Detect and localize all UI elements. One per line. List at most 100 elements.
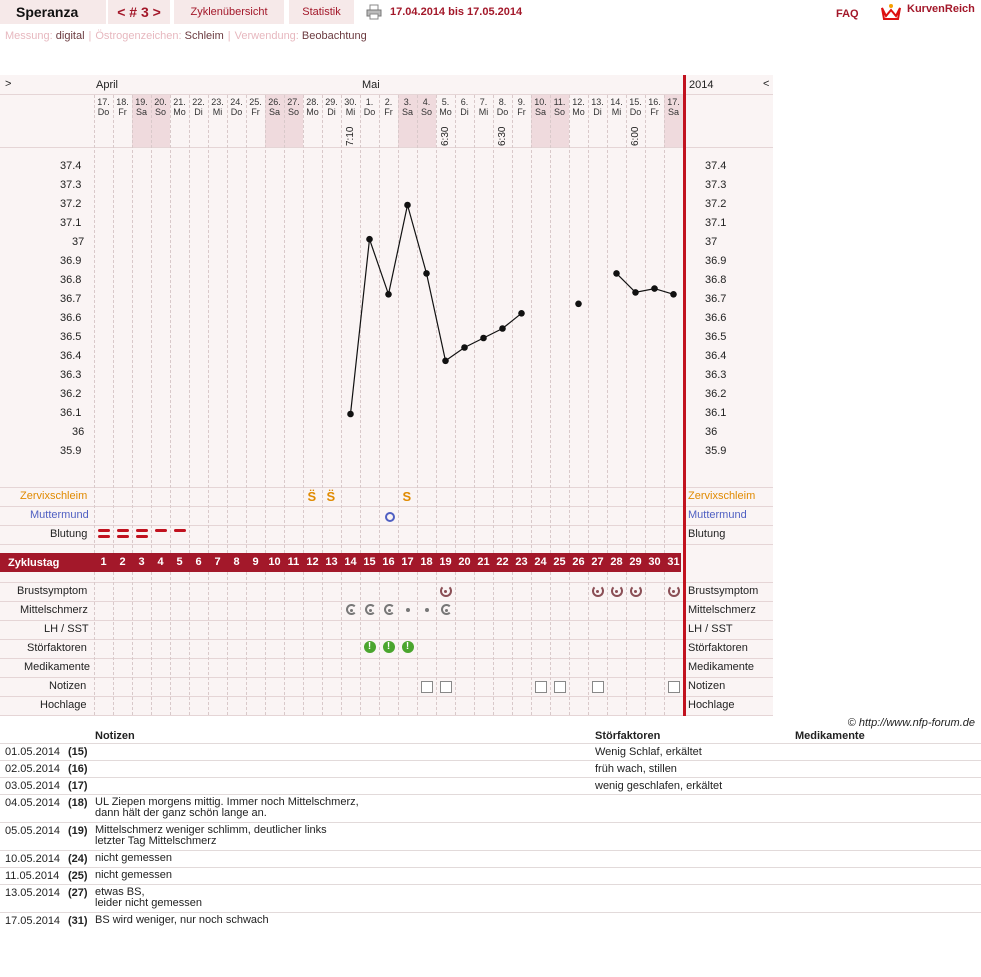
note-row: 05.05.2014 (19) Mittelschmerz weniger schl… — [0, 822, 981, 851]
cycle-day-number: 26 — [572, 556, 585, 568]
note-date: 04.05.2014 — [5, 797, 61, 809]
bleeding-marker — [116, 529, 129, 532]
temperature-point[interactable] — [385, 291, 392, 298]
cycle-day-number: 14 — [344, 556, 357, 568]
note-icon[interactable] — [553, 681, 566, 693]
row-label-zyklustag: Zyklustag — [8, 557, 60, 569]
note-text: Mittelschmerz weniger schlimm, deutliche… — [95, 824, 327, 847]
temperature-point[interactable] — [480, 334, 487, 342]
note-stoer: früh wach, stillen — [595, 763, 677, 775]
breast-symptom-icon — [634, 590, 637, 593]
cycle-day-number: 25 — [553, 556, 566, 568]
breast-symptom-icon — [672, 590, 675, 593]
bleeding-marker — [135, 535, 148, 538]
temperature-point[interactable] — [518, 310, 525, 317]
row-label-zervix: Zervixschleim — [20, 490, 88, 502]
cycle-day-number: 6 — [195, 556, 202, 568]
cycle-day-number: 18 — [420, 556, 433, 568]
cycle-day-number: 21 — [477, 556, 490, 568]
temperature-point[interactable] — [461, 344, 468, 351]
note-cycle-day: (15) — [68, 746, 88, 758]
note-icon[interactable] — [420, 681, 433, 693]
bleeding-marker — [135, 529, 148, 532]
breast-symptom-icon — [615, 590, 618, 593]
row-label-hoch-right: Hochlage — [688, 699, 735, 711]
cycle-day-number: 3 — [138, 556, 145, 568]
cycle-day-number: 8 — [233, 556, 240, 568]
pain-icon — [387, 609, 391, 612]
note-icon[interactable] — [439, 681, 452, 693]
breast-symptom-icon — [596, 590, 599, 593]
note-icon[interactable] — [591, 681, 604, 693]
temperature-point[interactable] — [613, 270, 620, 277]
logo-text: KurvenReich — [907, 3, 975, 15]
note-cycle-day: (25) — [68, 870, 88, 882]
stoer-header: Störfaktoren — [595, 730, 661, 742]
cycle-day-number: 28 — [610, 556, 623, 568]
note-row: 02.05.2014 (16) früh wach, stillen — [0, 760, 981, 778]
note-stoer: wenig geschlafen, erkältet — [595, 780, 723, 792]
note-row: 03.05.2014 (17) wenig geschlafen, erkältet — [0, 777, 981, 795]
row-label-blutung: Blutung — [50, 528, 88, 540]
temperature-point[interactable] — [423, 270, 430, 277]
row-label-mittel: Mittelschmerz — [20, 604, 88, 616]
cycle-day-number: 9 — [252, 556, 259, 568]
row-label-lh: LH / SST — [44, 623, 89, 635]
row-label-brust-right: Brustsymptom — [688, 585, 759, 597]
note-cycle-day: (27) — [68, 887, 88, 899]
cycle-day-number: 4 — [157, 556, 164, 568]
cycle-day-number: 12 — [306, 556, 319, 568]
cycle-day-number: 17 — [401, 556, 414, 568]
cycle-day-number: 29 — [629, 556, 642, 568]
note-icon[interactable] — [534, 681, 547, 693]
temperature-point[interactable] — [404, 201, 411, 209]
row-label-medi-right: Medikamente — [688, 661, 755, 673]
note-date: 02.05.2014 — [5, 763, 61, 775]
row-label-blutung-right: Blutung — [688, 528, 726, 540]
note-text: UL Ziepen morgens mittig. Immer noch Mit… — [95, 796, 359, 819]
row-label-stoer-right: Störfaktoren — [688, 642, 748, 654]
faq-link[interactable]: FAQ — [836, 2, 859, 26]
note-date: 10.05.2014 — [5, 853, 61, 865]
pain-icon — [405, 608, 410, 612]
temperature-point[interactable] — [651, 285, 658, 292]
note-cycle-day: (16) — [68, 763, 88, 775]
cycle-day-number: 7 — [214, 556, 221, 568]
temperature-point[interactable] — [670, 291, 677, 298]
row-label-medi: Medikamente — [24, 661, 91, 673]
cycle-day-number: 11 — [287, 556, 300, 568]
row-label-stoer: Störfaktoren — [27, 642, 87, 654]
note-row: 04.05.2014 (18) UL Ziepen morgens mittig. … — [0, 794, 981, 823]
temperature-point[interactable] — [575, 300, 582, 308]
cycle-day-number: 15 — [363, 556, 376, 568]
row-label-muttermund-right: Muttermund — [688, 509, 747, 521]
temperature-point[interactable] — [442, 357, 449, 365]
note-cycle-day: (19) — [68, 825, 88, 837]
cycle-day-number: 23 — [515, 556, 528, 568]
note-text: nicht gemessen — [95, 852, 173, 864]
note-cycle-day: (18) — [68, 797, 88, 809]
cycle-day-number: 16 — [382, 556, 395, 568]
temperature-point[interactable] — [632, 289, 639, 296]
row-label-notizen: Notizen — [49, 680, 87, 692]
row-label-muttermund: Muttermund — [30, 509, 89, 521]
copyright: © http://www.nfp-forum.de — [847, 717, 975, 729]
pain-icon — [349, 609, 353, 612]
logo[interactable]: KurvenReich — [880, 2, 975, 22]
note-date: 05.05.2014 — [5, 825, 61, 837]
temperature-point[interactable] — [499, 325, 506, 332]
cervix-marker — [384, 512, 395, 522]
temperature-point[interactable] — [366, 235, 373, 243]
cycle-day-number: 13 — [325, 556, 338, 568]
note-text: BS wird weniger, nur noch schwach — [95, 914, 269, 926]
note-icon[interactable] — [667, 681, 680, 693]
note-cycle-day: (24) — [68, 853, 88, 865]
row-label-notizen-right: Notizen — [688, 680, 726, 692]
notes-header: Notizen — [95, 730, 135, 742]
disturbance-icon: ! — [382, 641, 395, 653]
pain-icon — [444, 609, 448, 612]
mucus-marker: S̈ — [326, 489, 336, 504]
temperature-line — [349, 204, 522, 415]
temperature-point[interactable] — [347, 410, 354, 418]
note-cycle-day: (17) — [68, 780, 88, 792]
